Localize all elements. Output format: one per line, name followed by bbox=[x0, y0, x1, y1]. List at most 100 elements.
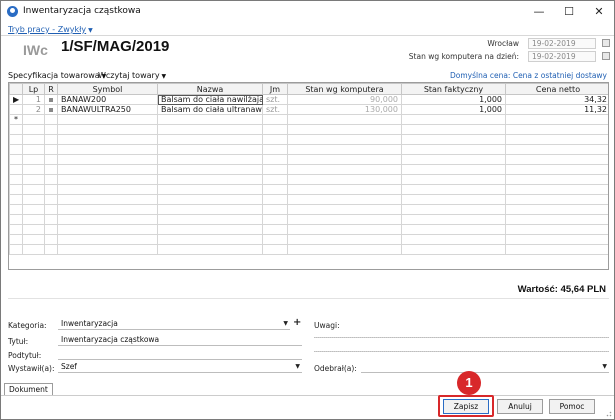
column-header-cena[interactable]: Cena netto bbox=[505, 83, 608, 95]
resize-grip-icon[interactable] bbox=[604, 409, 612, 417]
notes-field-line[interactable] bbox=[314, 351, 609, 352]
column-header-nazwa[interactable]: Nazwa bbox=[157, 83, 263, 95]
document-number: 1/SF/MAG/2019 bbox=[61, 38, 170, 55]
category-value: Inwentaryzacja bbox=[61, 319, 118, 328]
load-goods-menu[interactable]: Wczytaj towary ▼ bbox=[98, 71, 166, 80]
table-row[interactable]: ▶ 1 BANAW200 Balsam do ciała nawilżają s… bbox=[9, 94, 608, 105]
empty-row bbox=[9, 174, 608, 185]
received-by-select[interactable]: ▼ bbox=[361, 362, 609, 373]
items-grid[interactable]: Lp R Symbol Nazwa Jm Stan wg komputera S… bbox=[8, 82, 609, 270]
cell-stan: 130,000 bbox=[287, 104, 402, 115]
footer-divider bbox=[1, 395, 614, 396]
row-flag-icon bbox=[49, 98, 53, 102]
document-place: Wrocław bbox=[487, 39, 519, 48]
cell-symbol[interactable]: BANAW200 bbox=[57, 94, 158, 105]
empty-row bbox=[9, 144, 608, 155]
document-date-field[interactable]: 19-02-2019 bbox=[528, 38, 596, 49]
close-button[interactable]: ✕ bbox=[584, 1, 614, 23]
empty-row bbox=[9, 184, 608, 195]
new-row[interactable]: * bbox=[9, 114, 608, 125]
default-price-link[interactable]: Domyślna cena: Cena z ostatniej dostawy bbox=[450, 71, 607, 80]
empty-row bbox=[9, 244, 608, 255]
title-field[interactable]: Inwentaryzacja cząstkowa bbox=[58, 335, 302, 346]
chevron-down-icon: ▼ bbox=[283, 320, 288, 327]
category-label: Kategoria: bbox=[8, 321, 47, 330]
minimize-button[interactable]: — bbox=[524, 1, 554, 23]
cell-nazwa[interactable]: Balsam do ciała nawilżają bbox=[157, 94, 263, 105]
cell-cena[interactable]: 34,32 bbox=[505, 94, 608, 105]
app-icon bbox=[7, 6, 18, 17]
subtitle-label: Podtytuł: bbox=[8, 351, 42, 360]
help-button[interactable]: Pomoc bbox=[549, 399, 595, 414]
cell-nazwa[interactable]: Balsam do ciała ultranawil bbox=[157, 104, 263, 115]
title-value: Inwentaryzacja cząstkowa bbox=[61, 335, 160, 344]
work-mode-label: Tryb pracy - Zwykły bbox=[8, 25, 87, 34]
empty-row bbox=[9, 234, 608, 245]
column-header-faktyczny[interactable]: Stan faktyczny bbox=[401, 83, 506, 95]
total-value: Wartość: 45,64 PLN bbox=[517, 284, 606, 295]
calendar-icon[interactable] bbox=[602, 52, 610, 60]
row-indicator bbox=[9, 104, 23, 115]
cell-cena[interactable]: 11,32 bbox=[505, 104, 608, 115]
column-header-lp[interactable]: Lp bbox=[22, 83, 45, 95]
column-header-r[interactable]: R bbox=[44, 83, 58, 95]
specification-menu[interactable]: Specyfikacja towarowa ▼ bbox=[8, 71, 106, 80]
specification-label: Specyfikacja towarowa bbox=[8, 71, 100, 80]
empty-row bbox=[9, 154, 608, 165]
empty-row bbox=[9, 124, 608, 135]
cell-r bbox=[44, 94, 58, 105]
issued-by-value: Szef bbox=[61, 362, 77, 371]
cell-lp: 1 bbox=[22, 94, 45, 105]
column-header-stan[interactable]: Stan wg komputera bbox=[287, 83, 402, 95]
column-header-symbol[interactable]: Symbol bbox=[57, 83, 158, 95]
new-row-marker: * bbox=[9, 114, 23, 125]
dialog-window: Inwentaryzacja cząstkowa — ☐ ✕ Tryb prac… bbox=[0, 0, 615, 420]
save-highlight-box bbox=[438, 395, 494, 417]
chevron-down-icon: ▼ bbox=[295, 363, 300, 370]
cancel-button[interactable]: Anuluj bbox=[497, 399, 543, 414]
notes-label: Uwagi: bbox=[314, 321, 340, 330]
chevron-down-icon: ▼ bbox=[602, 363, 607, 370]
row-indicator-header bbox=[9, 83, 23, 95]
maximize-button[interactable]: ☐ bbox=[554, 1, 584, 23]
summary-divider bbox=[8, 298, 609, 299]
chevron-down-icon: ▼ bbox=[161, 73, 167, 80]
document-type: IWc bbox=[23, 42, 48, 58]
cell-jm: szt. bbox=[262, 104, 288, 115]
received-by-label: Odebrał(a): bbox=[314, 364, 357, 373]
grid-header: Lp R Symbol Nazwa Jm Stan wg komputera S… bbox=[9, 83, 608, 95]
category-select[interactable]: Inwentaryzacja ▼ bbox=[58, 319, 290, 330]
title-bar: Inwentaryzacja cząstkowa — ☐ ✕ bbox=[1, 1, 614, 23]
empty-row bbox=[9, 134, 608, 145]
empty-row bbox=[9, 204, 608, 215]
header-divider bbox=[1, 35, 614, 36]
notes-field[interactable] bbox=[314, 337, 609, 338]
cell-r bbox=[44, 104, 58, 115]
subtitle-field[interactable] bbox=[58, 349, 302, 360]
empty-row bbox=[9, 194, 608, 205]
stock-date-field[interactable]: 19-02-2019 bbox=[528, 51, 596, 62]
chevron-down-icon: ▼ bbox=[88, 27, 93, 34]
cell-faktyczny[interactable]: 1,000 bbox=[401, 94, 506, 105]
issued-by-select[interactable]: Szef ▼ bbox=[58, 362, 302, 373]
table-row[interactable]: 2 BANAWULTRA250 Balsam do ciała ultranaw… bbox=[9, 104, 608, 115]
issued-by-label: Wystawił(a): bbox=[8, 364, 55, 373]
calendar-icon[interactable] bbox=[602, 39, 610, 47]
window-title: Inwentaryzacja cząstkowa bbox=[23, 6, 141, 16]
title-label: Tytuł: bbox=[8, 337, 29, 346]
empty-row bbox=[9, 214, 608, 225]
cell-symbol[interactable]: BANAWULTRA250 bbox=[57, 104, 158, 115]
load-goods-label: Wczytaj towary bbox=[98, 71, 160, 80]
work-mode-dropdown[interactable]: Tryb pracy - Zwykły ▼ bbox=[8, 25, 93, 34]
empty-row bbox=[9, 224, 608, 235]
stock-date-label: Stan wg komputera na dzień: bbox=[408, 52, 519, 61]
current-row-marker: ▶ bbox=[9, 94, 23, 105]
column-header-jm[interactable]: Jm bbox=[262, 83, 288, 95]
row-flag-icon bbox=[49, 108, 53, 112]
empty-row bbox=[9, 164, 608, 175]
cell-faktyczny[interactable]: 1,000 bbox=[401, 104, 506, 115]
cell-stan: 90,000 bbox=[287, 94, 402, 105]
cell-jm: szt. bbox=[262, 94, 288, 105]
cell-lp: 2 bbox=[22, 104, 45, 115]
add-category-icon[interactable]: + bbox=[293, 317, 301, 328]
